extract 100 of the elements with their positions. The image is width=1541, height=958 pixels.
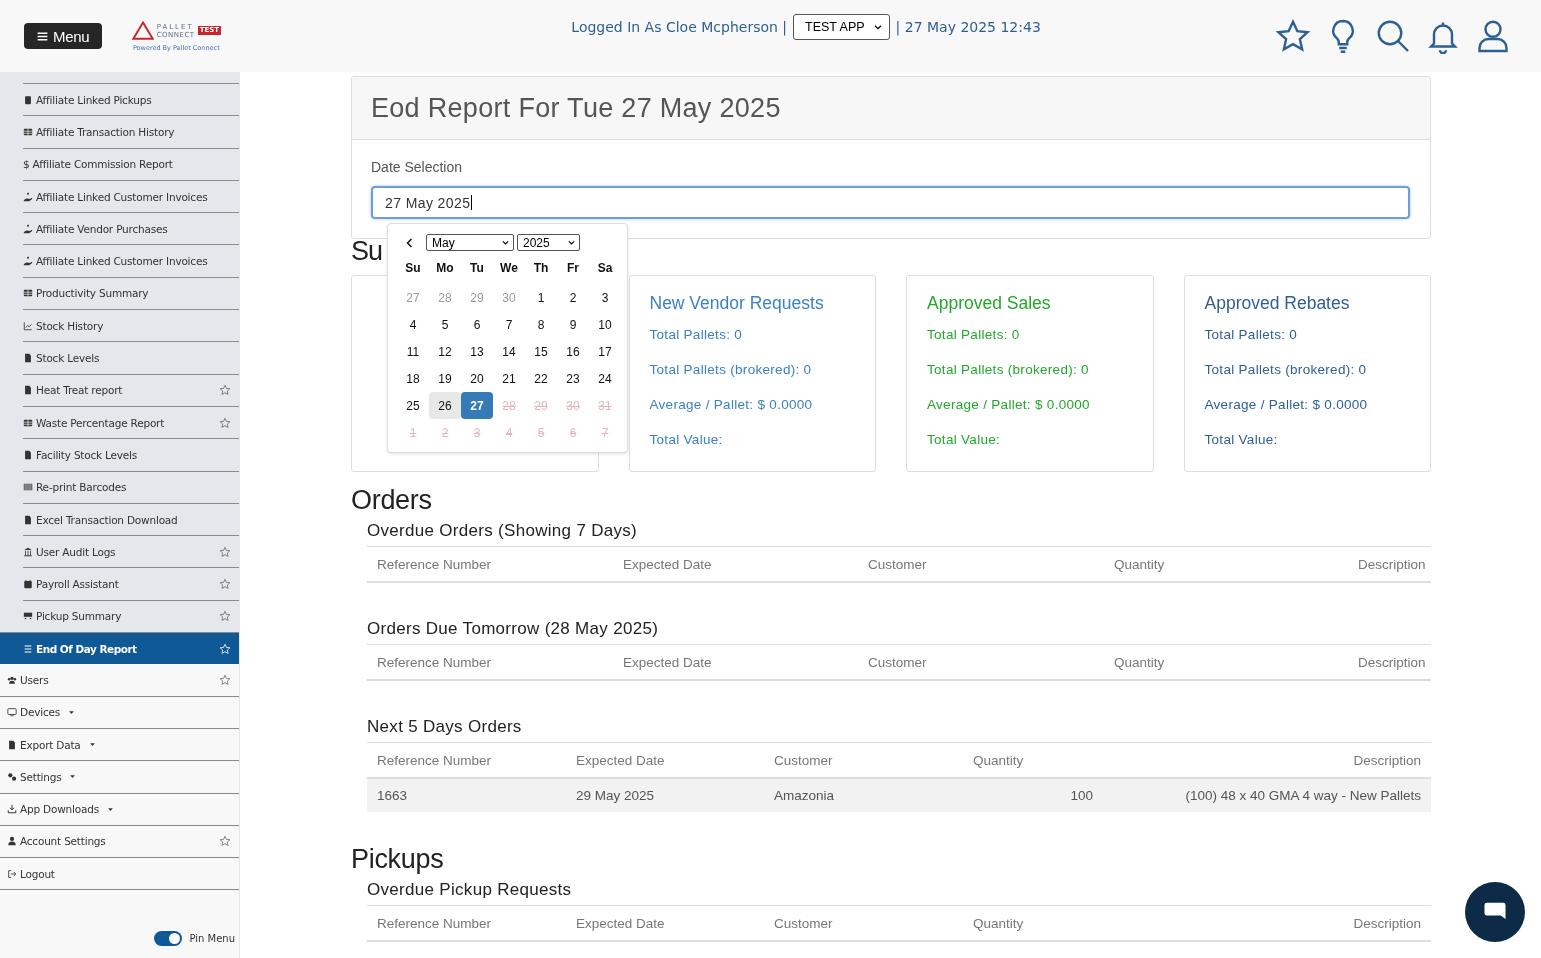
pin-menu-toggle[interactable] — [154, 931, 183, 946]
logged-in-text: Logged In As Cloe Mcpherson | — [571, 19, 788, 35]
column-header: Expected Date — [576, 752, 666, 768]
calendar-day[interactable]: 26 — [429, 392, 461, 419]
calendar-day[interactable]: 9 — [557, 311, 589, 338]
calendar-day[interactable]: 7 — [493, 311, 525, 338]
sidebar-item[interactable]: Account Settings — [0, 825, 239, 859]
calendar-day[interactable]: 11 — [397, 338, 429, 365]
calendar-day[interactable]: 18 — [397, 365, 429, 392]
calendar-day[interactable]: 25 — [397, 392, 429, 419]
calendar-day[interactable]: 5 — [429, 311, 461, 338]
sidebar-item[interactable]: Excel Transaction Download — [23, 502, 239, 536]
sidebar-item[interactable]: Stock History — [23, 309, 239, 342]
sidebar-item[interactable]: Logout — [0, 858, 239, 891]
card-title: Approved Rebates — [1204, 293, 1351, 314]
star-icon[interactable] — [219, 545, 231, 558]
calendar-day[interactable]: 10 — [589, 311, 621, 338]
sidebar-item[interactable]: Export Data — [0, 728, 239, 762]
sidebar-item[interactable]: $ Affiliate Commission Report — [23, 147, 239, 180]
sidebar-item[interactable]: Affiliate Linked Customer Invoices — [23, 244, 239, 277]
sidebar-item[interactable]: Productivity Summary — [23, 276, 239, 310]
app-select[interactable]: TEST APP — [793, 14, 890, 40]
chat-button[interactable] — [1465, 882, 1525, 942]
sidebar-item[interactable]: Re-print Barcodes — [23, 470, 239, 503]
menu-button[interactable]: Menu — [24, 23, 103, 49]
calendar-day[interactable]: 27 — [461, 392, 493, 419]
calendar-day[interactable]: 16 — [557, 338, 589, 365]
sidebar-item[interactable]: Affiliate Linked Customer Invoices — [23, 179, 239, 213]
search-icon[interactable] — [1375, 18, 1411, 54]
calendar-day[interactable]: 2 — [557, 284, 589, 311]
calendar-day[interactable]: 1 — [525, 284, 557, 311]
calendar-day[interactable]: 23 — [557, 365, 589, 392]
sidebar-item[interactable]: Stock Levels — [23, 341, 239, 374]
year-select[interactable]: 2025 — [517, 234, 580, 251]
date-input-field[interactable]: 27 May 2025 — [371, 186, 1410, 219]
user-icon — [7, 836, 17, 847]
weekday-label: Fr — [566, 260, 580, 277]
sidebar-item[interactable]: Affiliate Transaction History — [23, 115, 239, 148]
stat-text: Total Pallets (brokered): 0 — [649, 362, 813, 379]
calendar-day[interactable]: 14 — [493, 338, 525, 365]
column-header: Description — [1358, 654, 1426, 670]
sidebar-item[interactable]: Users — [0, 664, 239, 697]
calendar-day: 30 — [557, 392, 589, 419]
calendar-day[interactable]: 13 — [461, 338, 493, 365]
sidebar-item[interactable]: Facility Stock Levels — [23, 438, 239, 471]
warning-triangle-icon — [131, 20, 154, 41]
calendar-day[interactable]: 24 — [589, 365, 621, 392]
column-header: Expected Date — [623, 654, 713, 670]
weekday-label: Tu — [469, 260, 485, 277]
date-time-text: | 27 May 2025 12:43 — [895, 19, 1041, 35]
calendar-day[interactable]: 6 — [461, 311, 493, 338]
sidebar-item[interactable]: App Downloads — [0, 793, 239, 826]
calendar-day[interactable]: 3 — [589, 284, 621, 311]
pin-menu-label: Pin Menu — [189, 933, 235, 944]
month-select[interactable]: May — [426, 234, 514, 251]
sidebar-item[interactable]: Affiliate Vendor Purchases — [23, 212, 239, 245]
star-icon[interactable] — [1275, 18, 1311, 54]
table-title: Overdue Orders (Showing 7 Days) — [367, 521, 639, 541]
file-icon — [23, 353, 33, 363]
sidebar-item[interactable]: End Of Day Report — [0, 632, 239, 665]
sidebar-item[interactable]: Waste Percentage Report — [23, 405, 239, 439]
calendar-day[interactable]: 8 — [525, 311, 557, 338]
file-icon — [23, 514, 33, 525]
star-icon[interactable] — [219, 835, 231, 848]
user-icon[interactable] — [1475, 18, 1511, 54]
calendar-day[interactable]: 21 — [493, 365, 525, 392]
calendar-day: 28 — [493, 392, 525, 419]
calendar-day[interactable]: 19 — [429, 365, 461, 392]
stat-text: Total Pallets (brokered): 0 — [1204, 362, 1368, 379]
calendar-day[interactable]: 12 — [429, 338, 461, 365]
calendar-day[interactable]: 22 — [525, 365, 557, 392]
sidebar-item[interactable]: User Audit Logs — [23, 535, 239, 568]
calendar-day: 31 — [589, 392, 621, 419]
sidebar-item[interactable]: Devices — [0, 696, 239, 729]
section-heading: Pickups — [351, 844, 445, 876]
calendar-day[interactable]: 17 — [589, 338, 621, 365]
sidebar-item[interactable]: Affiliate Linked Pickups — [23, 83, 239, 116]
star-icon[interactable] — [219, 674, 231, 686]
weekday-label: Th — [532, 260, 550, 277]
star-icon[interactable] — [219, 610, 231, 623]
stat-text: Average / Pallet: $ 0.0000 — [927, 397, 1091, 414]
sidebar-item[interactable]: Payroll Assistant — [23, 567, 239, 600]
column-header: Description — [1352, 752, 1421, 768]
star-icon[interactable] — [219, 416, 231, 429]
sidebar-item[interactable]: Heat Treat report — [23, 373, 239, 406]
calendar-day: 7 — [589, 419, 621, 446]
table-title: Orders Due Tomorrow (28 May 2025) — [367, 619, 660, 639]
calendar-day[interactable]: 4 — [397, 311, 429, 338]
column-header: Quantity — [1114, 556, 1166, 572]
column-header: Customer — [774, 752, 834, 768]
column-header: Expected Date — [623, 556, 713, 572]
section-heading: Su — [351, 236, 383, 268]
table-cell-text: Amazonia — [774, 788, 836, 803]
sidebar-item[interactable]: Settings — [0, 761, 239, 794]
column-header: Reference Number — [377, 915, 493, 931]
calendar-day[interactable]: 15 — [525, 338, 557, 365]
users-icon — [7, 675, 17, 685]
star-icon[interactable] — [219, 578, 231, 591]
star-icon[interactable] — [219, 384, 231, 397]
calendar-day[interactable]: 20 — [461, 365, 493, 392]
